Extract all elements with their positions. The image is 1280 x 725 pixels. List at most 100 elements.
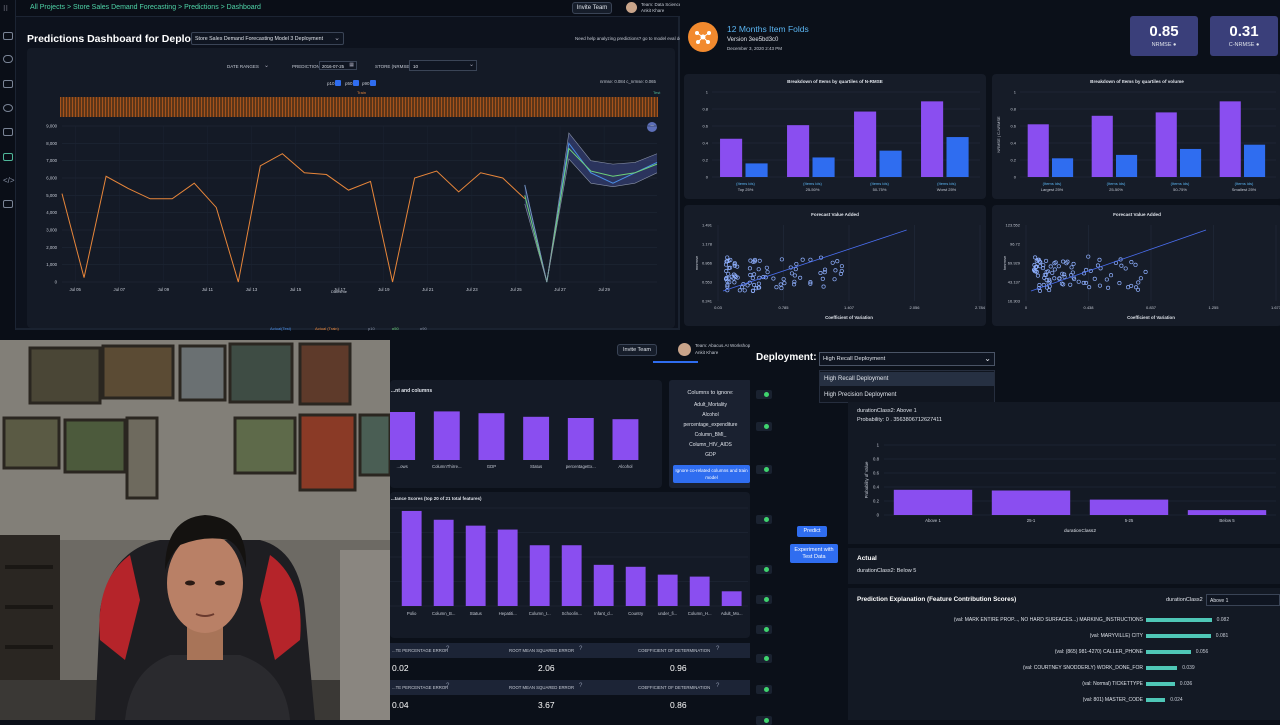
- scatter-point: [1095, 263, 1100, 268]
- bar: [390, 412, 416, 460]
- dashboard-icon[interactable]: [3, 153, 13, 161]
- x-tick-label: Jul 25: [510, 287, 522, 292]
- y-tick-label: 0.6: [1010, 124, 1016, 129]
- presenter-video-frame: [0, 340, 390, 720]
- p90-checkbox[interactable]: [370, 80, 376, 86]
- scatter-point: [1119, 263, 1124, 268]
- range-navigator[interactable]: [60, 97, 658, 117]
- folds-version: Version 3ee5bd3c0: [727, 37, 779, 43]
- dropdown-option-high-precision[interactable]: High Precision Deployment: [820, 388, 994, 402]
- y-tick-label: 2,000: [46, 245, 57, 250]
- contribution-bar: [1146, 618, 1212, 622]
- category-label: GDP: [487, 464, 496, 469]
- category-prefix: (Items ids): [1235, 181, 1254, 186]
- r2-value: 0.96: [670, 663, 687, 673]
- y-tick-label: 0: [706, 175, 709, 180]
- metrics-header-row: ...TE PERCENTAGE ERROR? ROOT MEAN SQUARE…: [390, 643, 750, 658]
- invite-team-button[interactable]: Invite Team: [572, 2, 612, 14]
- bar: [529, 545, 550, 606]
- category-label: 50-75%: [1173, 187, 1187, 192]
- deployment-select[interactable]: High Recall Deployment ⌄: [819, 352, 995, 366]
- help-icon: ?: [579, 646, 583, 652]
- prediction-start-input[interactable]: 2016-07-25 ▦: [319, 61, 357, 70]
- scatter-point: [833, 268, 838, 273]
- experiment-button[interactable]: Experiment with Test Data: [790, 544, 838, 563]
- bar: [497, 529, 518, 606]
- help-link[interactable]: Need help analyzing predictions? go to m…: [575, 36, 684, 41]
- prediction-result-panel: durationClass2: Above 1 Probability: 0 .…: [848, 402, 1280, 544]
- breadcrumb[interactable]: All Projects > Store Sales Demand Foreca…: [30, 4, 261, 11]
- bar: [921, 101, 944, 177]
- ignore-column-item: GDP: [705, 452, 716, 458]
- header-r2: COEFFICIENT OF DETERMINATION: [638, 685, 711, 690]
- ignore-title: Columns to ignore:: [687, 390, 734, 396]
- predict-button[interactable]: Predict: [797, 526, 827, 537]
- folder-icon[interactable]: [3, 32, 13, 40]
- ignore-columns-button[interactable]: Ignore co-related columns and train mode…: [673, 465, 750, 483]
- p50-checkbox[interactable]: [353, 80, 359, 86]
- chart-title: Forecast Value Added: [1113, 212, 1161, 217]
- scatter-point: [1068, 282, 1073, 287]
- category-label: 25-50%: [806, 187, 820, 192]
- scatter-point: [818, 271, 823, 276]
- document-icon[interactable]: [3, 200, 13, 208]
- contribution-bar: [1146, 666, 1178, 670]
- scatter-point: [1092, 276, 1097, 281]
- ignore-column-list: Adult_Mortality Alcohol percentage_expendi…: [669, 402, 752, 462]
- scatter-point: [750, 276, 755, 281]
- predicted-class: durationClass2: Above 1: [857, 408, 917, 414]
- scatter-point: [752, 282, 757, 287]
- dropdown-option-high-recall[interactable]: High Recall Deployment: [820, 372, 994, 386]
- team-name: Team: Abacus.AI Workshop: [695, 343, 751, 348]
- fva-panel-right: Forecast Value Added 16.303 43.137 69.929 96…: [992, 205, 1280, 326]
- category-label: Hepatiti...: [499, 611, 517, 616]
- category-label: 25-1: [1027, 518, 1036, 523]
- invite-team-button[interactable]: Invite Team: [617, 344, 657, 356]
- avatar[interactable]: [678, 343, 691, 356]
- deployment-select[interactable]: Store Sales Demand Forecasting Model 3 D…: [191, 32, 344, 45]
- date-ranges-dropdown[interactable]: DATE RANGES: [227, 64, 259, 69]
- contribution-bar: [1146, 650, 1191, 654]
- gauge-icon[interactable]: [3, 104, 13, 112]
- legend-p10[interactable]: p10: [368, 326, 375, 331]
- avatar[interactable]: [626, 2, 637, 13]
- explanation-class-select[interactable]: Above 1: [1206, 594, 1280, 606]
- database-icon[interactable]: [3, 55, 13, 63]
- status-check-badge: [756, 625, 772, 634]
- legend-actual-train[interactable]: Actual (Train): [315, 326, 339, 331]
- category-label: Status: [530, 464, 542, 469]
- category-label: 25-50%: [1109, 187, 1123, 192]
- confidence-band: [524, 132, 657, 282]
- test-label: Test: [653, 90, 661, 95]
- bar: [657, 574, 678, 606]
- y-axis-label: NRMSE | C-NRMSE: [996, 116, 1001, 153]
- scatter-point: [1129, 260, 1134, 265]
- train-label: Train: [357, 90, 366, 95]
- ignore-column-item: Alcohol: [702, 412, 719, 418]
- code-icon[interactable]: </>: [3, 176, 15, 185]
- bar: [879, 150, 902, 177]
- users-icon[interactable]: [3, 128, 13, 136]
- p10-checkbox[interactable]: [335, 80, 341, 86]
- category-label: percentageEx...: [566, 464, 596, 469]
- scatter-point: [1044, 258, 1049, 263]
- bar: [567, 418, 594, 460]
- store-select[interactable]: 10 ⌄: [409, 60, 477, 71]
- list-icon[interactable]: [3, 80, 13, 88]
- bar: [1219, 101, 1241, 177]
- category-label: Below 5: [1219, 518, 1235, 523]
- contribution-value: 0.081: [1215, 633, 1229, 639]
- x-tick-label: Jul 07: [114, 287, 126, 292]
- forecast-line-chart: 0 1,000 2,000 3,000 4,000 5,000 6,000 7,000 8,00…: [46, 124, 658, 292]
- volume-quartile-bar-chart: Breakdown of Items by quartiles of volum…: [996, 79, 1276, 192]
- folds-date: December 3, 2020 2:43 PM: [727, 46, 783, 51]
- bar: [465, 525, 486, 606]
- category-label: Smallest 25%: [1232, 187, 1257, 192]
- scatter-point: [774, 285, 779, 290]
- fva-panel-left: Forecast Value Added 0.241 0.553 0.866 1.178…: [684, 205, 986, 326]
- header-rmse: ROOT MEAN SQUARED ERROR: [509, 648, 575, 653]
- bar: [433, 519, 454, 606]
- explanation-panel: Prediction Explanation (Feature Contribu…: [848, 588, 1280, 720]
- legend-actual-test[interactable]: Actual(Test): [270, 326, 291, 331]
- scatter-point: [1052, 267, 1057, 272]
